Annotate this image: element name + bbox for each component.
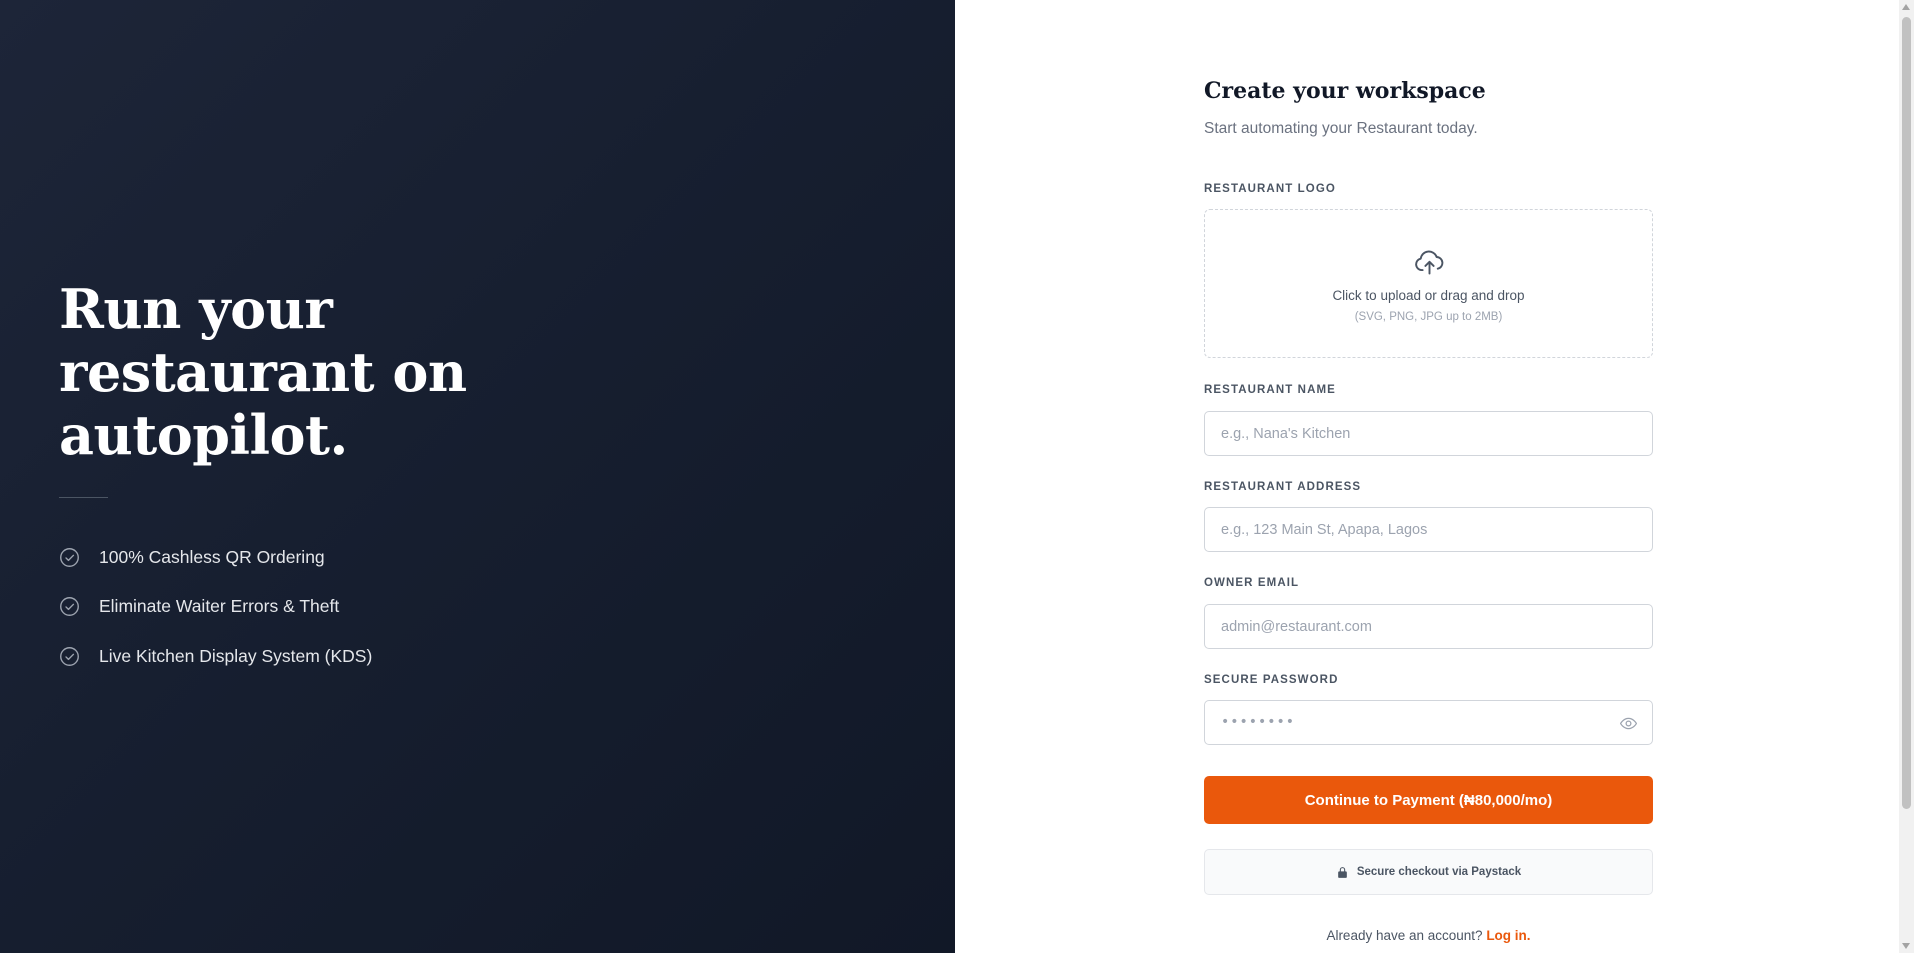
upload-instruction: Click to upload or drag and drop xyxy=(1332,288,1525,303)
check-circle-icon xyxy=(59,547,80,568)
feature-list: 100% Cashless QR Ordering Eliminate Wait… xyxy=(59,545,372,694)
page-scrollbar[interactable] xyxy=(1899,0,1914,953)
scroll-up-arrow-icon[interactable] xyxy=(1902,4,1910,10)
lock-icon xyxy=(1338,866,1347,878)
address-field xyxy=(1204,507,1653,552)
login-link[interactable]: Log in. xyxy=(1486,928,1530,943)
feature-item: Live Kitchen Display System (KDS) xyxy=(59,644,372,668)
scroll-down-arrow-icon[interactable] xyxy=(1902,943,1910,949)
login-prompt-text: Already have an account? xyxy=(1326,928,1483,943)
logo-upload-dropzone[interactable]: Click to upload or drag and drop (SVG, P… xyxy=(1204,209,1653,358)
secure-checkout-notice: Secure checkout via Paystack xyxy=(1204,849,1653,895)
form-subtitle: Start automating your Restaurant today. xyxy=(1204,120,1478,137)
email-label: OWNER EMAIL xyxy=(1204,577,1300,589)
cloud-upload-icon xyxy=(1415,250,1444,275)
login-prompt: Already have an account? Log in. xyxy=(1204,928,1653,943)
password-label: SECURE PASSWORD xyxy=(1204,674,1339,686)
hero-title: Run your restaurant on autopilot. xyxy=(59,277,467,467)
feature-text: 100% Cashless QR Ordering xyxy=(99,546,325,567)
password-field: •••••••• xyxy=(1204,700,1653,745)
hero-panel: Run your restaurant on autopilot. 100% C… xyxy=(0,0,955,953)
name-field xyxy=(1204,411,1653,456)
form-title: Create your workspace xyxy=(1204,78,1486,104)
feature-text: Live Kitchen Display System (KDS) xyxy=(99,645,373,666)
hero-divider xyxy=(59,497,108,498)
feature-item: Eliminate Waiter Errors & Theft xyxy=(59,595,372,619)
check-circle-icon xyxy=(59,596,80,617)
secure-checkout-text: Secure checkout via Paystack xyxy=(1356,866,1522,878)
feature-text: Eliminate Waiter Errors & Theft xyxy=(99,596,340,616)
upload-hint: (SVG, PNG, JPG up to 2MB) xyxy=(1354,311,1503,323)
eye-icon[interactable] xyxy=(1619,714,1638,733)
password-placeholder: •••••••• xyxy=(1221,714,1296,730)
scrollbar-thumb[interactable] xyxy=(1902,17,1911,809)
signup-panel: Create your workspace Start automating y… xyxy=(955,0,1914,953)
continue-to-payment-button[interactable]: Continue to Payment (₦80,000/mo) xyxy=(1204,776,1653,824)
address-label: RESTAURANT ADDRESS xyxy=(1204,481,1362,493)
restaurant-name-input[interactable] xyxy=(1205,412,1652,455)
logo-label: RESTAURANT LOGO xyxy=(1204,183,1336,195)
feature-item: 100% Cashless QR Ordering xyxy=(59,545,372,569)
email-field xyxy=(1204,604,1653,649)
name-label: RESTAURANT NAME xyxy=(1204,384,1336,396)
check-circle-icon xyxy=(59,646,80,667)
restaurant-address-input[interactable] xyxy=(1205,508,1652,551)
owner-email-input[interactable] xyxy=(1205,605,1652,648)
